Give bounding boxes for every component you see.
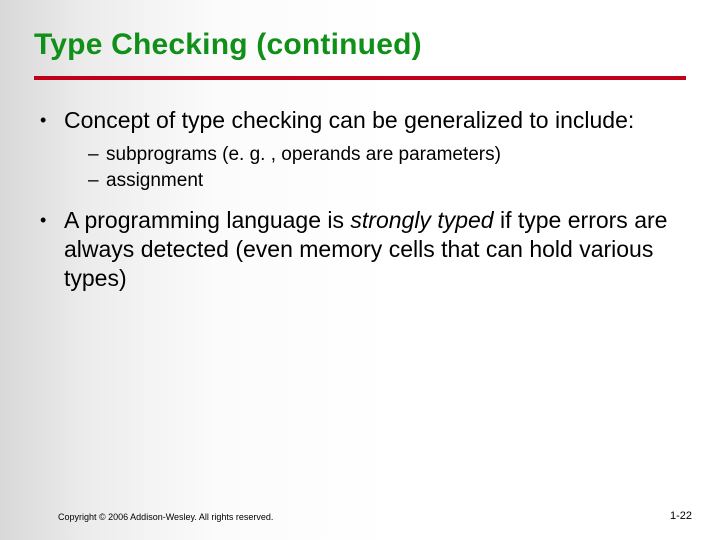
bullet-item: • A programming language is strongly typ… (36, 206, 686, 292)
sub-bullet-item: – assignment (88, 169, 686, 193)
sub-bullet-item: – subprograms (e. g. , operands are para… (88, 143, 686, 167)
sub-bullet-text: assignment (106, 169, 686, 193)
slide-body: • Concept of type checking can be genera… (34, 106, 686, 293)
text-run: A programming language is (64, 207, 350, 233)
dash-icon: – (88, 169, 106, 193)
sub-bullet-group: – subprograms (e. g. , operands are para… (36, 143, 686, 193)
bullet-text: Concept of type checking can be generali… (64, 106, 686, 135)
emphasized-term: strongly typed (350, 207, 493, 233)
bullet-icon: • (36, 206, 64, 292)
dash-icon: – (88, 143, 106, 167)
slide: Type Checking (continued) • Concept of t… (0, 0, 720, 540)
bullet-item: • Concept of type checking can be genera… (36, 106, 686, 135)
slide-footer: Copyright © 2006 Addison-Wesley. All rig… (58, 510, 692, 522)
title-divider (34, 76, 686, 80)
slide-title: Type Checking (continued) (34, 28, 686, 62)
bullet-icon: • (36, 106, 64, 135)
copyright-text: Copyright © 2006 Addison-Wesley. All rig… (58, 512, 273, 522)
bullet-text: A programming language is strongly typed… (64, 206, 686, 292)
page-number: 1-22 (670, 510, 692, 522)
sub-bullet-text: subprograms (e. g. , operands are parame… (106, 143, 686, 167)
